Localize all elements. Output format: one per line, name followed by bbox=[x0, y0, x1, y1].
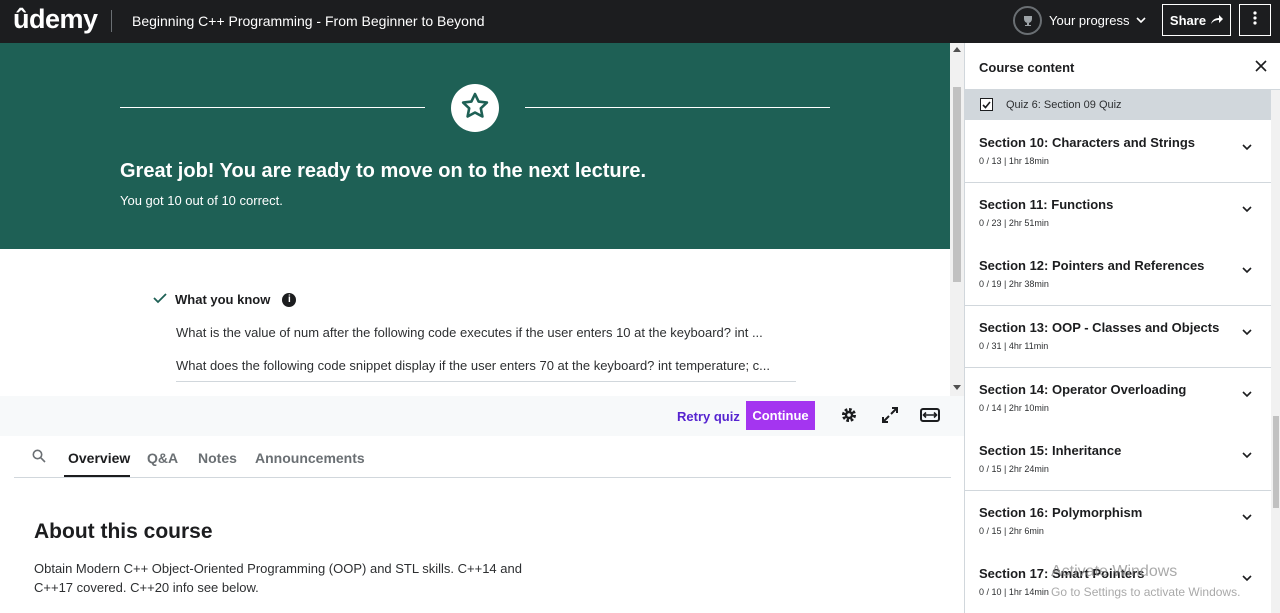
share-label: Share bbox=[1169, 12, 1207, 28]
what-you-know-label: What you know bbox=[175, 292, 271, 307]
about-title: About this course bbox=[34, 520, 213, 543]
banner-line-left bbox=[120, 107, 425, 108]
scrollbar-thumb[interactable] bbox=[953, 87, 961, 282]
section-meta: 0 / 23 | 2hr 51min bbox=[979, 218, 1049, 228]
what-you-know-heading: What you know i bbox=[153, 292, 297, 307]
continue-button[interactable]: Continue bbox=[746, 401, 815, 430]
tab-notes[interactable]: Notes bbox=[198, 450, 237, 466]
chevron-down-icon bbox=[1242, 446, 1252, 464]
expand-width-icon[interactable] bbox=[920, 405, 940, 425]
chevron-down-icon bbox=[1242, 200, 1252, 218]
section-header[interactable]: Section 12: Pointers and References 0 / … bbox=[965, 244, 1271, 306]
what-you-know-panel: What you know i What is the value of num… bbox=[0, 249, 950, 396]
section-title: Section 11: Functions bbox=[979, 197, 1114, 212]
about-description: Obtain Modern C++ Object-Oriented Progra… bbox=[34, 561, 522, 595]
fullscreen-icon[interactable] bbox=[880, 405, 900, 425]
banner-title: Great job! You are ready to move on to t… bbox=[120, 160, 647, 182]
section-header[interactable]: Section 17: Smart Pointers 0 / 10 | 1hr … bbox=[965, 552, 1271, 613]
activate-windows-hint: Go to Settings to activate Windows. bbox=[1051, 585, 1241, 599]
trophy-icon bbox=[1013, 6, 1042, 35]
section-header[interactable]: Section 11: Functions 0 / 23 | 2hr 51min bbox=[965, 183, 1271, 245]
chevron-down-icon bbox=[1242, 569, 1252, 587]
section-meta: 0 / 19 | 2hr 38min bbox=[979, 279, 1049, 289]
close-icon[interactable] bbox=[1255, 59, 1267, 77]
header-divider bbox=[111, 10, 112, 32]
player-controls: Retry quiz Continue bbox=[0, 396, 964, 436]
section-meta: 0 / 10 | 1hr 14min bbox=[979, 587, 1049, 597]
tab-announcements[interactable]: Announcements bbox=[255, 450, 365, 466]
sidebar-scrollbar-thumb[interactable] bbox=[1273, 416, 1279, 508]
info-icon[interactable]: i bbox=[282, 292, 297, 307]
section-header[interactable]: Section 14: Operator Overloading 0 / 14 … bbox=[965, 368, 1271, 430]
chevron-down-icon bbox=[1242, 385, 1252, 403]
course-tabs: Overview Q&A Notes Announcements bbox=[14, 436, 951, 478]
top-bar: ûdemy Beginning C++ Programming - From B… bbox=[0, 0, 1280, 43]
banner-score: You got 10 out of 10 correct. bbox=[120, 193, 283, 208]
section-meta: 0 / 14 | 2hr 10min bbox=[979, 403, 1049, 413]
scroll-down-arrow-icon[interactable] bbox=[953, 385, 961, 390]
sidebar-title: Course content bbox=[979, 60, 1075, 75]
section-title: Section 12: Pointers and References bbox=[979, 258, 1205, 273]
tab-qa[interactable]: Q&A bbox=[147, 450, 178, 466]
banner-line-right bbox=[525, 107, 830, 108]
section-meta: 0 / 15 | 2hr 6min bbox=[979, 526, 1044, 536]
progress-button[interactable]: Your progress bbox=[1013, 6, 1147, 35]
section-meta: 0 / 31 | 4hr 11min bbox=[979, 341, 1049, 351]
sidebar-scrollbar[interactable] bbox=[1271, 90, 1280, 613]
sidebar-header: Course content bbox=[965, 43, 1280, 90]
star-badge bbox=[451, 84, 499, 132]
star-icon bbox=[460, 91, 490, 126]
quiz-item-label: Quiz 6: Section 09 Quiz bbox=[1006, 99, 1122, 111]
chevron-down-icon bbox=[1136, 13, 1147, 28]
section-title: Section 15: Inheritance bbox=[979, 443, 1122, 458]
section-meta: 0 / 13 | 1hr 18min bbox=[979, 156, 1049, 166]
kebab-menu-icon bbox=[1253, 10, 1257, 30]
section-header[interactable]: Section 10: Characters and Strings 0 / 1… bbox=[965, 121, 1271, 183]
sidebar-item-quiz[interactable]: Quiz 6: Section 09 Quiz bbox=[965, 90, 1271, 120]
completed-checkbox[interactable] bbox=[980, 98, 993, 111]
activate-windows-watermark: Activate Windows bbox=[1051, 563, 1178, 580]
section-header[interactable]: Section 13: OOP - Classes and Objects 0 … bbox=[965, 306, 1271, 368]
question-item[interactable]: What does the following code snippet dis… bbox=[176, 358, 770, 373]
chevron-down-icon bbox=[1242, 508, 1252, 526]
chevron-down-icon bbox=[1242, 261, 1252, 279]
tab-overview[interactable]: Overview bbox=[68, 450, 130, 466]
question-item[interactable]: What is the value of num after the follo… bbox=[176, 325, 763, 340]
share-arrow-icon bbox=[1210, 13, 1224, 28]
question-divider bbox=[176, 381, 796, 382]
active-tab-underline bbox=[64, 475, 130, 477]
checkmark-icon bbox=[153, 292, 167, 307]
section-meta: 0 / 15 | 2hr 24min bbox=[979, 464, 1049, 474]
settings-gear-icon[interactable] bbox=[839, 405, 859, 425]
section-title: Section 14: Operator Overloading bbox=[979, 382, 1187, 397]
retry-quiz-button[interactable]: Retry quiz bbox=[677, 409, 740, 424]
section-header[interactable]: Section 15: Inheritance 0 / 15 | 2hr 24m… bbox=[965, 429, 1271, 491]
share-button[interactable]: Share bbox=[1162, 4, 1231, 36]
section-header[interactable]: Section 16: Polymorphism 0 / 15 | 2hr 6m… bbox=[965, 491, 1271, 553]
course-content-sidebar: Course content Quiz 6: Section 09 Quiz S… bbox=[964, 43, 1280, 613]
section-title: Section 10: Characters and Strings bbox=[979, 135, 1196, 150]
section-title: Section 13: OOP - Classes and Objects bbox=[979, 320, 1220, 335]
udemy-logo[interactable]: ûdemy bbox=[13, 4, 98, 35]
main-scrollbar[interactable] bbox=[950, 43, 964, 396]
quiz-result-banner: Great job! You are ready to move on to t… bbox=[0, 43, 950, 249]
search-icon[interactable] bbox=[32, 449, 46, 468]
chevron-down-icon bbox=[1242, 138, 1252, 156]
section-title: Section 16: Polymorphism bbox=[979, 505, 1143, 520]
chevron-down-icon bbox=[1242, 323, 1252, 341]
more-options-button[interactable] bbox=[1239, 4, 1271, 36]
course-title[interactable]: Beginning C++ Programming - From Beginne… bbox=[132, 13, 485, 29]
scroll-up-arrow-icon[interactable] bbox=[953, 47, 961, 52]
progress-label: Your progress bbox=[1049, 13, 1130, 28]
